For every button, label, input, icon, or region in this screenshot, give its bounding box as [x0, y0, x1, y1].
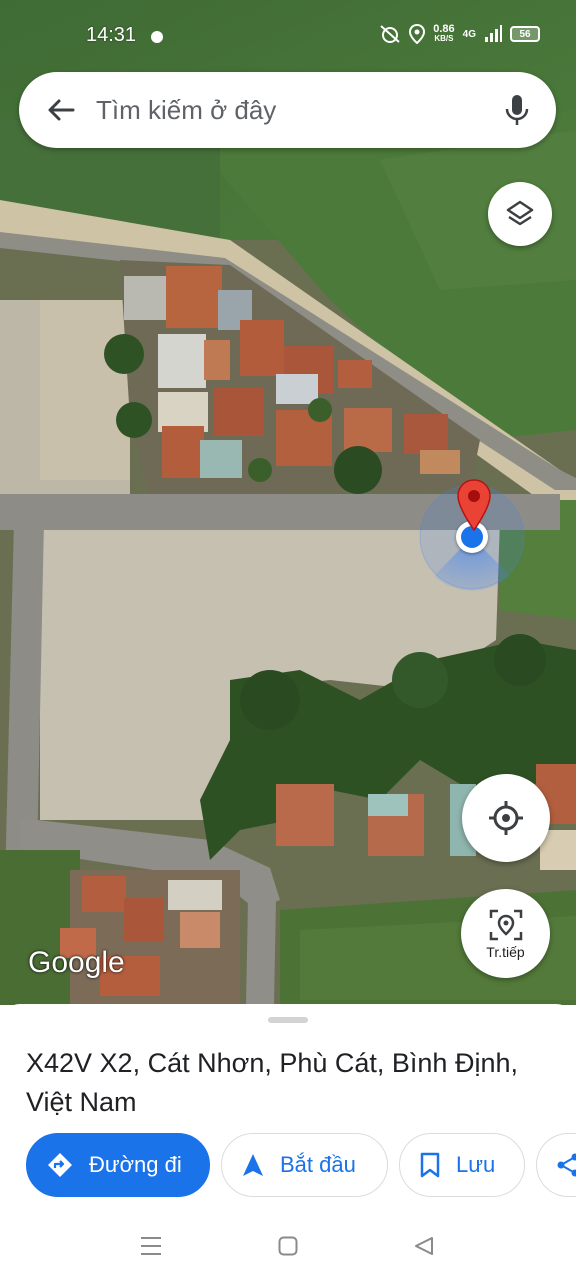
network-type: 4G: [462, 28, 476, 40]
directions-button[interactable]: Đường đi: [26, 1133, 210, 1197]
home-icon[interactable]: [278, 1236, 298, 1261]
layers-icon: [506, 200, 534, 226]
search-bar[interactable]: Tìm kiếm ở đây: [19, 72, 556, 148]
directions-label: Đường đi: [89, 1152, 182, 1177]
system-navigation-bar: [0, 1208, 576, 1280]
alarm-off-icon: [380, 25, 400, 43]
save-label: Lưu: [456, 1152, 496, 1177]
battery-level: 56: [519, 28, 531, 40]
google-watermark: Google: [28, 946, 125, 979]
navigation-arrow-icon: [243, 1154, 263, 1176]
back-icon[interactable]: [414, 1236, 434, 1261]
action-chips: Đường đi Bắt đầu Lưu: [26, 1133, 576, 1197]
location-pin-icon[interactable]: [456, 478, 492, 532]
back-arrow-icon[interactable]: [45, 94, 77, 126]
network-speed: 0.86 KB/S: [433, 24, 454, 44]
battery-icon: 56: [510, 26, 540, 42]
recent-apps-icon[interactable]: [140, 1236, 162, 1261]
signal-icon: [485, 25, 502, 42]
bookmark-icon: [420, 1152, 440, 1178]
search-placeholder[interactable]: Tìm kiếm ở đây: [96, 95, 276, 126]
location-icon: [409, 24, 426, 44]
speed-unit: KB/S: [434, 34, 454, 43]
crosshair-icon: [489, 801, 523, 835]
share-button[interactable]: [536, 1133, 576, 1197]
microphone-icon[interactable]: [502, 93, 532, 127]
place-address: X42V X2, Cát Nhơn, Phù Cát, Bình Định, V…: [26, 1048, 518, 1117]
status-bar: 14:31 0.86 KB/S 4G 56: [0, 0, 576, 72]
share-icon: [557, 1153, 576, 1177]
save-button[interactable]: Lưu: [399, 1133, 525, 1197]
live-view-icon: [489, 909, 522, 940]
speed-value: 0.86: [433, 23, 455, 35]
my-location-button[interactable]: [462, 774, 550, 862]
navigation-button[interactable]: Tr.tiếp: [461, 889, 550, 978]
status-time: 14:31: [86, 24, 137, 46]
notification-dot: [151, 31, 163, 43]
navigation-label: Tr.tiếp: [486, 943, 525, 960]
sheet-drag-handle[interactable]: [268, 1017, 308, 1023]
directions-icon: [48, 1153, 72, 1177]
status-icons: 0.86 KB/S 4G 56: [379, 24, 540, 44]
layers-button[interactable]: [488, 182, 552, 246]
start-button[interactable]: Bắt đầu: [221, 1133, 388, 1197]
start-label: Bắt đầu: [280, 1152, 356, 1177]
